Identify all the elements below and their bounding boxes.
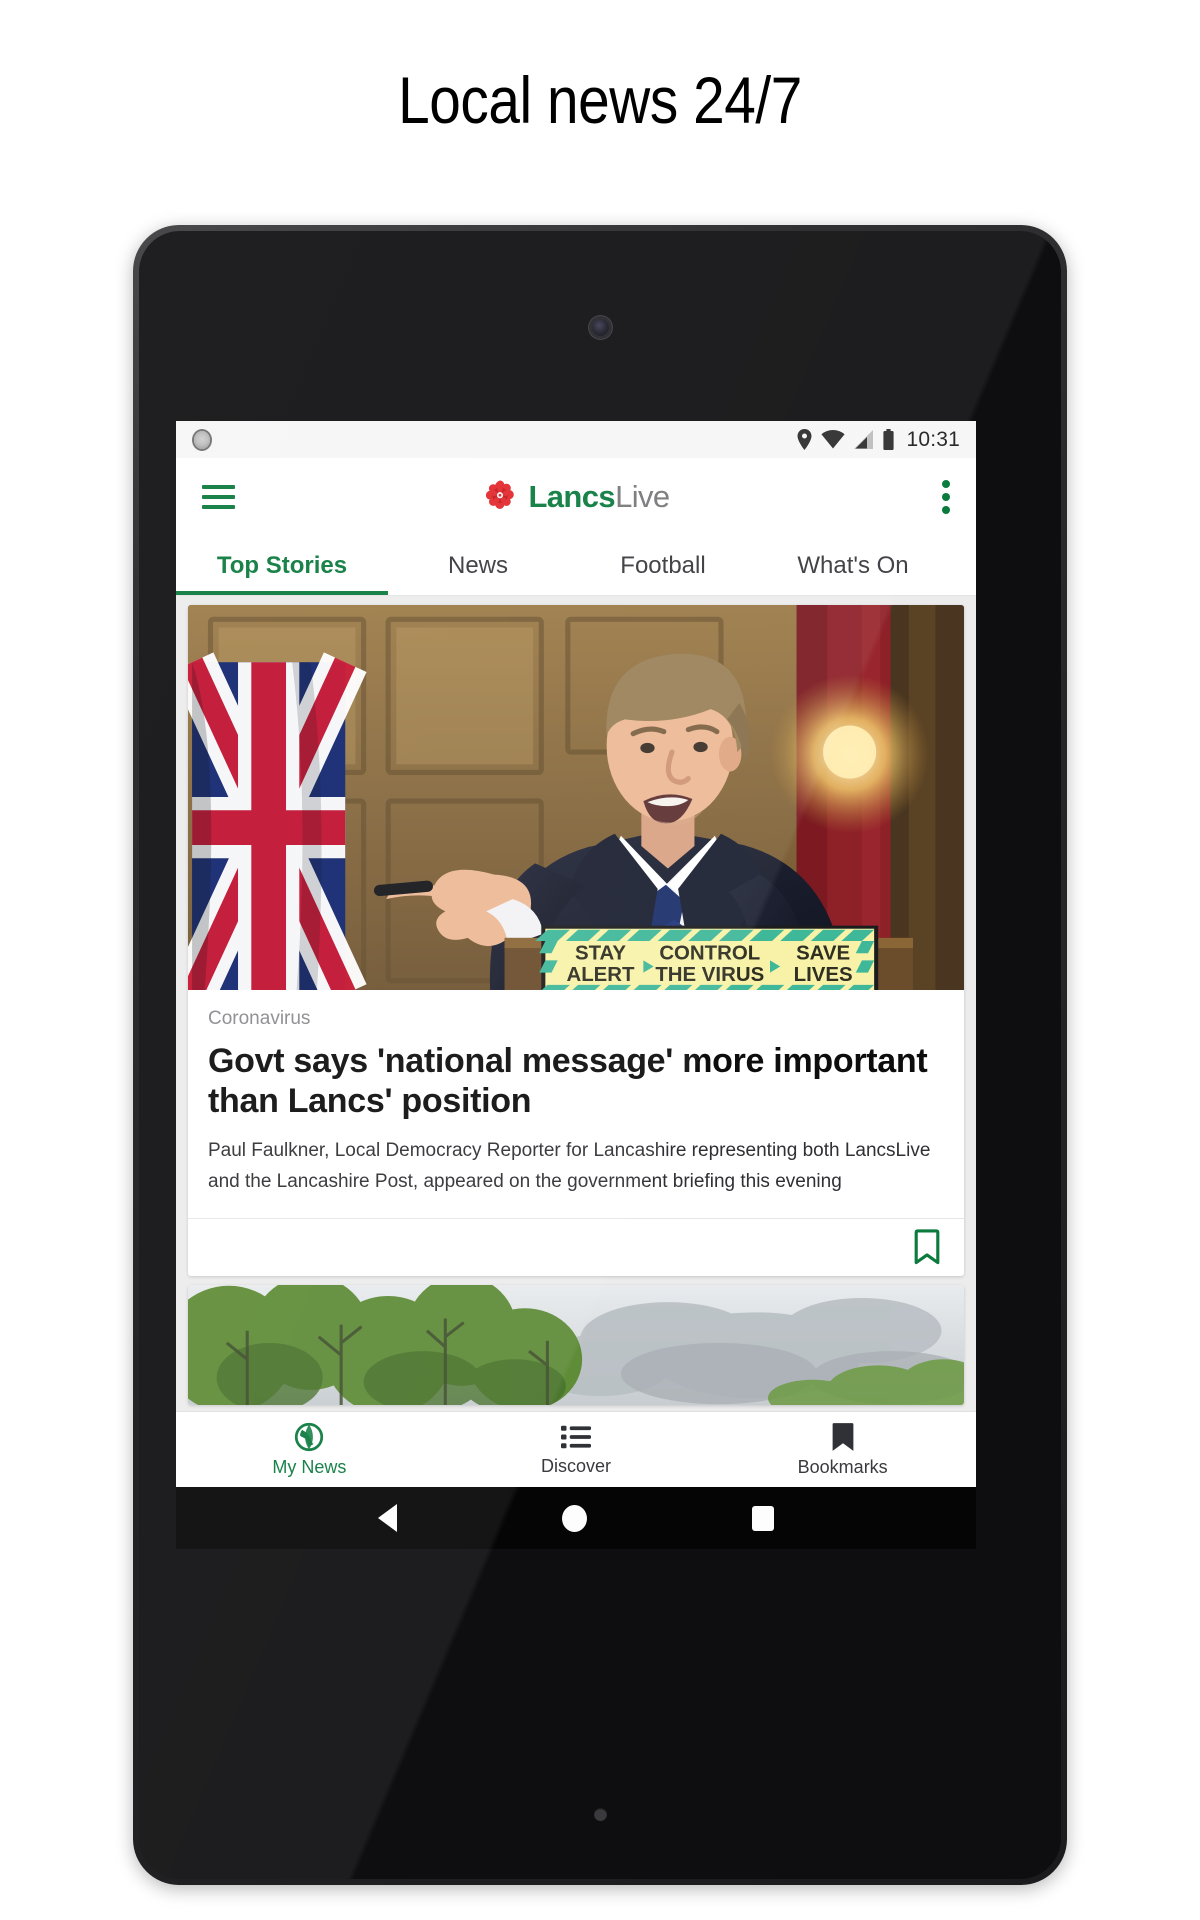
system-navigation-bar xyxy=(176,1487,976,1549)
cell-signal-icon xyxy=(854,430,874,449)
device-screen: 10:31 LancsLive Top Stories News Footbal… xyxy=(176,421,976,1549)
svg-text:CONTROL: CONTROL xyxy=(659,942,760,964)
tab-football[interactable]: Football xyxy=(568,536,758,595)
nav-label: My News xyxy=(272,1456,347,1477)
article-feed[interactable]: STAY ALERT CONTROL THE VIRUS SAVE LIVES xyxy=(176,596,976,1411)
section-tab-bar: Top Stories News Football What's On xyxy=(176,536,976,596)
recents-button[interactable] xyxy=(751,1505,774,1531)
circle-indicator-icon xyxy=(194,430,210,449)
home-indicator-dot xyxy=(594,1808,607,1821)
status-bar-clock: 10:31 xyxy=(906,427,960,451)
article-card[interactable] xyxy=(188,1284,964,1405)
back-button[interactable] xyxy=(378,1504,398,1532)
lancashire-rose-icon xyxy=(486,480,515,509)
wifi-icon xyxy=(821,430,846,449)
bookmark-outline-icon[interactable] xyxy=(912,1229,942,1265)
svg-text:THE VIRUS: THE VIRUS xyxy=(655,964,764,986)
tab-news[interactable]: News xyxy=(388,536,568,595)
page-title: Local news 24/7 xyxy=(398,63,802,137)
kebab-menu-icon[interactable] xyxy=(942,480,950,514)
brand-name-secondary: Live xyxy=(615,479,670,514)
nav-item-my-news[interactable]: My News xyxy=(176,1422,443,1478)
tablet-device-frame: 10:31 LancsLive Top Stories News Footbal… xyxy=(133,225,1067,1885)
trees-sky-illustration xyxy=(188,1284,964,1405)
brand-logo: LancsLive xyxy=(176,479,976,515)
app-bar: LancsLive xyxy=(176,458,976,536)
article-actions xyxy=(188,1217,964,1276)
article-image xyxy=(188,1284,964,1405)
globe-icon xyxy=(295,1422,324,1451)
article-kicker: Coronavirus xyxy=(208,1008,311,1029)
podium-sign: STAY ALERT CONTROL THE VIRUS SAVE LIVES xyxy=(535,925,879,990)
tab-top-stories[interactable]: Top Stories xyxy=(176,536,388,595)
bottom-navigation: My News Discover Bookmarks xyxy=(176,1411,976,1487)
status-bar: 10:31 xyxy=(176,421,976,458)
svg-text:ALERT: ALERT xyxy=(566,964,635,986)
svg-text:STAY: STAY xyxy=(575,942,626,964)
list-icon xyxy=(561,1425,591,1448)
bookmark-filled-icon xyxy=(832,1422,854,1451)
tab-whats-on[interactable]: What's On xyxy=(758,536,948,595)
home-button[interactable] xyxy=(561,1504,587,1532)
article-text: Coronavirus Govt says 'national message'… xyxy=(188,990,964,1200)
status-bar-icons: 10:31 xyxy=(797,428,960,452)
front-camera-icon xyxy=(592,319,609,336)
article-standfirst: Paul Faulkner, Local Democracy Reporter … xyxy=(208,1140,931,1192)
svg-text:SAVE: SAVE xyxy=(796,942,850,964)
device-bezel: 10:31 LancsLive Top Stories News Footbal… xyxy=(139,231,1061,1879)
hamburger-menu-icon[interactable] xyxy=(202,485,235,509)
svg-text:LIVES: LIVES xyxy=(794,964,853,986)
battery-icon xyxy=(883,429,895,450)
press-briefing-illustration: STAY ALERT CONTROL THE VIRUS SAVE LIVES xyxy=(188,605,964,990)
article-headline[interactable]: Govt says 'national message' more import… xyxy=(208,1041,944,1121)
nav-item-discover[interactable]: Discover xyxy=(443,1423,710,1477)
article-image: STAY ALERT CONTROL THE VIRUS SAVE LIVES xyxy=(188,605,964,990)
nav-item-bookmarks[interactable]: Bookmarks xyxy=(709,1422,976,1478)
nav-label: Bookmarks xyxy=(797,1456,888,1477)
location-pin-icon xyxy=(797,429,812,450)
nav-label: Discover xyxy=(541,1455,612,1476)
brand-name-primary: Lancs xyxy=(528,479,616,514)
article-card[interactable]: STAY ALERT CONTROL THE VIRUS SAVE LIVES xyxy=(188,605,964,1276)
brand-name: LancsLive xyxy=(528,479,670,515)
